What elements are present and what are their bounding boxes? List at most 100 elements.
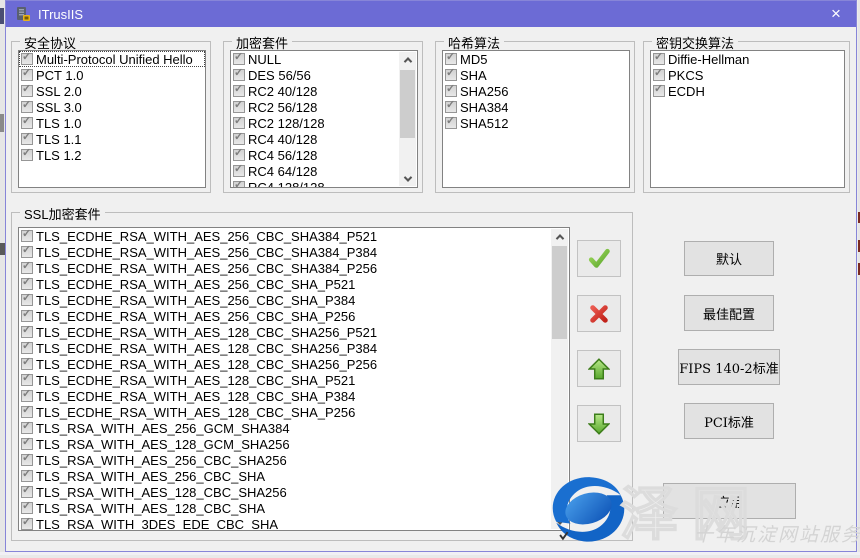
- checkbox-checked-icon[interactable]: [445, 117, 457, 129]
- checkbox-checked-icon[interactable]: [233, 117, 245, 129]
- scroll-down-arrow-icon[interactable]: [399, 171, 416, 186]
- checkbox-checked-icon[interactable]: [653, 53, 665, 65]
- pci-standard-button[interactable]: PCI标准: [684, 403, 774, 439]
- list-item[interactable]: PCT 1.0: [19, 67, 205, 83]
- checkbox-checked-icon[interactable]: [21, 326, 33, 338]
- checkbox-checked-icon[interactable]: [445, 69, 457, 81]
- list-item[interactable]: TLS_ECDHE_RSA_WITH_AES_128_CBC_SHA256_P5…: [19, 324, 569, 340]
- scroll-up-arrow-icon[interactable]: [551, 229, 568, 244]
- list-item[interactable]: TLS_RSA_WITH_AES_256_CBC_SHA256: [19, 452, 569, 468]
- checkbox-checked-icon[interactable]: [21, 454, 33, 466]
- checkbox-checked-icon[interactable]: [21, 278, 33, 290]
- list-item[interactable]: RC4 40/128: [231, 131, 417, 147]
- checkbox-checked-icon[interactable]: [233, 85, 245, 97]
- list-item[interactable]: RC4 64/128: [231, 163, 417, 179]
- checkbox-checked-icon[interactable]: [233, 181, 245, 188]
- list-item[interactable]: TLS_RSA_WITH_AES_256_CBC_SHA: [19, 468, 569, 484]
- move-up-button[interactable]: [577, 350, 621, 387]
- list-item[interactable]: TLS_RSA_WITH_AES_128_CBC_SHA: [19, 500, 569, 516]
- checkbox-checked-icon[interactable]: [21, 390, 33, 402]
- checkbox-checked-icon[interactable]: [233, 133, 245, 145]
- list-item[interactable]: TLS_ECDHE_RSA_WITH_AES_256_CBC_SHA_P521: [19, 276, 569, 292]
- checkbox-checked-icon[interactable]: [21, 342, 33, 354]
- list-item[interactable]: SHA512: [443, 115, 629, 131]
- hashes-listbox[interactable]: MD5 SHA SHA256 SHA384: [442, 50, 630, 188]
- list-item[interactable]: TLS_ECDHE_RSA_WITH_AES_256_CBC_SHA384_P3…: [19, 244, 569, 260]
- checkbox-checked-icon[interactable]: [21, 486, 33, 498]
- checkbox-checked-icon[interactable]: [21, 358, 33, 370]
- list-item[interactable]: RC4 128/128: [231, 179, 417, 188]
- list-item[interactable]: TLS_RSA_WITH_3DES_EDE_CBC_SHA: [19, 516, 569, 531]
- list-item[interactable]: SHA: [443, 67, 629, 83]
- ciphers-scrollbar[interactable]: [399, 52, 416, 186]
- list-item[interactable]: TLS_ECDHE_RSA_WITH_AES_128_CBC_SHA_P384: [19, 388, 569, 404]
- scroll-up-arrow-icon[interactable]: [399, 52, 416, 67]
- scrollbar-thumb[interactable]: [552, 246, 567, 339]
- ssl-suites-listbox[interactable]: TLS_ECDHE_RSA_WITH_AES_256_CBC_SHA384_P5…: [18, 227, 570, 531]
- list-item[interactable]: TLS_ECDHE_RSA_WITH_AES_128_CBC_SHA256_P2…: [19, 356, 569, 372]
- list-item[interactable]: RC2 128/128: [231, 115, 417, 131]
- list-item[interactable]: RC4 56/128: [231, 147, 417, 163]
- list-item[interactable]: TLS 1.0: [19, 115, 205, 131]
- list-item[interactable]: RC2 40/128: [231, 83, 417, 99]
- checkbox-checked-icon[interactable]: [21, 230, 33, 242]
- list-item[interactable]: Diffie-Hellman: [651, 51, 844, 67]
- list-item[interactable]: TLS_ECDHE_RSA_WITH_AES_128_CBC_SHA256_P3…: [19, 340, 569, 356]
- checkbox-checked-icon[interactable]: [21, 438, 33, 450]
- checkbox-checked-icon[interactable]: [21, 502, 33, 514]
- checkbox-checked-icon[interactable]: [21, 53, 33, 65]
- checkbox-checked-icon[interactable]: [233, 53, 245, 65]
- key-exchange-listbox[interactable]: Diffie-Hellman PKCS ECDH: [650, 50, 845, 188]
- list-item[interactable]: RC2 56/128: [231, 99, 417, 115]
- apply-button[interactable]: 应用: [663, 483, 796, 519]
- protocols-listbox[interactable]: Multi-Protocol Unified Hello PCT 1.0 SSL…: [18, 50, 206, 188]
- list-item[interactable]: TLS_RSA_WITH_AES_128_CBC_SHA256: [19, 484, 569, 500]
- list-item[interactable]: SSL 2.0: [19, 83, 205, 99]
- checkbox-checked-icon[interactable]: [21, 246, 33, 258]
- checkbox-checked-icon[interactable]: [653, 69, 665, 81]
- scrollbar-thumb[interactable]: [400, 70, 415, 138]
- disable-cross-button[interactable]: [577, 295, 621, 332]
- list-item[interactable]: SHA384: [443, 99, 629, 115]
- list-item[interactable]: TLS_RSA_WITH_AES_256_GCM_SHA384: [19, 420, 569, 436]
- checkbox-checked-icon[interactable]: [21, 133, 33, 145]
- move-down-button[interactable]: [577, 405, 621, 442]
- checkbox-checked-icon[interactable]: [21, 310, 33, 322]
- checkbox-checked-icon[interactable]: [21, 262, 33, 274]
- list-item[interactable]: TLS_ECDHE_RSA_WITH_AES_128_CBC_SHA_P521: [19, 372, 569, 388]
- list-item[interactable]: SSL 3.0: [19, 99, 205, 115]
- list-item[interactable]: Multi-Protocol Unified Hello: [19, 51, 205, 67]
- checkbox-checked-icon[interactable]: [653, 85, 665, 97]
- checkbox-checked-icon[interactable]: [445, 101, 457, 113]
- checkbox-checked-icon[interactable]: [21, 470, 33, 482]
- list-item[interactable]: TLS_RSA_WITH_AES_128_GCM_SHA256: [19, 436, 569, 452]
- list-item[interactable]: DES 56/56: [231, 67, 417, 83]
- checkbox-checked-icon[interactable]: [21, 406, 33, 418]
- checkbox-checked-icon[interactable]: [233, 149, 245, 161]
- list-item[interactable]: TLS_ECDHE_RSA_WITH_AES_256_CBC_SHA_P384: [19, 292, 569, 308]
- checkbox-checked-icon[interactable]: [21, 101, 33, 113]
- list-item[interactable]: PKCS: [651, 67, 844, 83]
- list-item[interactable]: TLS_ECDHE_RSA_WITH_AES_128_CBC_SHA_P256: [19, 404, 569, 420]
- list-item[interactable]: TLS 1.2: [19, 147, 205, 163]
- list-item[interactable]: MD5: [443, 51, 629, 67]
- enable-check-button[interactable]: [577, 240, 621, 277]
- checkbox-checked-icon[interactable]: [445, 85, 457, 97]
- list-item[interactable]: SHA256: [443, 83, 629, 99]
- checkbox-checked-icon[interactable]: [21, 85, 33, 97]
- checkbox-checked-icon[interactable]: [21, 69, 33, 81]
- checkbox-checked-icon[interactable]: [233, 101, 245, 113]
- checkbox-checked-icon[interactable]: [233, 165, 245, 177]
- checkbox-checked-icon[interactable]: [21, 149, 33, 161]
- fips-140-2-button[interactable]: FIPS 140-2标准: [678, 349, 780, 385]
- checkbox-checked-icon[interactable]: [445, 53, 457, 65]
- checkbox-checked-icon[interactable]: [233, 69, 245, 81]
- checkbox-checked-icon[interactable]: [21, 117, 33, 129]
- checkbox-checked-icon[interactable]: [21, 294, 33, 306]
- list-item[interactable]: TLS_ECDHE_RSA_WITH_AES_256_CBC_SHA384_P5…: [19, 228, 569, 244]
- best-config-button[interactable]: 最佳配置: [684, 295, 774, 331]
- checkbox-checked-icon[interactable]: [21, 518, 33, 530]
- list-item[interactable]: ECDH: [651, 83, 844, 99]
- ciphers-listbox[interactable]: NULL DES 56/56 RC2 40/128 RC2 56: [230, 50, 418, 188]
- list-item[interactable]: NULL: [231, 51, 417, 67]
